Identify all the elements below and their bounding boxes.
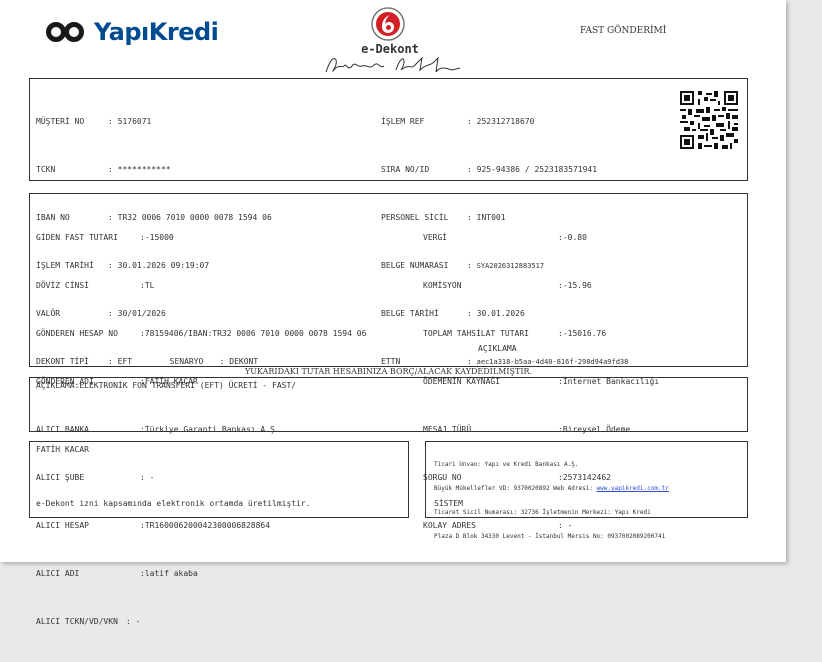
description-box: AÇIKLAMA:ELEKTRONİK FON TRANSFERİ (EFT) … xyxy=(29,377,748,432)
bank-line-1: Ticari Unvan: Yapı ve Kredi Bankası A.Ş. xyxy=(434,461,579,468)
field-row: MÜŞTERİ NO: 5176071 xyxy=(36,117,152,126)
field-row: KOMİSYON: -15.96 xyxy=(423,281,592,290)
field-row: GİDEN FAST TUTARI: -15000 xyxy=(36,233,174,242)
customer-footer-box: FATİH KACAR e-Dekont izni kapsamında ele… xyxy=(29,441,409,518)
transaction-box: GİDEN FAST TUTARI: -15000 DÖVİZ CİNSİ: TL … xyxy=(29,193,748,626)
bank-line-4: Plaza D Blok 34330 Levent - İstanbul Mer… xyxy=(434,533,666,540)
yapikredi-logo: YapıKredi xyxy=(44,18,219,46)
bank-line-3: Ticaret Sicil Numarası: 32736 İşletmenin… xyxy=(434,509,651,516)
system-label: SİSTEM xyxy=(434,499,463,508)
field-row: ALICI ADI: latif akaba xyxy=(36,569,198,578)
field-row: VERGİ: -0.80 xyxy=(423,233,587,242)
bank-seal-icon xyxy=(371,7,405,41)
field-row: GÖNDEREN HESAP NO:78159406/IBAN:TR32 000… xyxy=(36,329,367,338)
receipt-page: YapıKredi e-Dekont FAST GÖNDERİMİ MÜŞTER… xyxy=(0,0,786,626)
field-row: SIRA NO/ID: 925-94386 / 2523183571941 xyxy=(381,165,598,174)
description-text: AÇIKLAMA:ELEKTRONİK FON TRANSFERİ (EFT) … xyxy=(36,381,297,390)
customer-name: FATİH KACAR xyxy=(36,445,89,454)
electronic-note: e-Dekont izni kapsamında elektronik orta… xyxy=(36,499,311,508)
field-row: TCKN: *********** xyxy=(36,165,171,174)
brand-name: YapıKredi xyxy=(94,18,219,46)
doc-type: FAST GÖNDERİMİ xyxy=(580,26,667,36)
field-row: ALICI HESAP: TR160006200042300006828864 xyxy=(36,521,271,530)
bank-line-2: Büyük Mükellefler VD: 9370020892 Web Adr… xyxy=(434,485,669,492)
bank-website-link[interactable]: www.yapikredi.com.tr xyxy=(597,485,669,492)
aciklama-header: AÇIKLAMA xyxy=(478,344,517,353)
bank-info: Ticari Unvan: Yapı ve Kredi Bankası A.Ş.… xyxy=(434,445,669,557)
customer-info-box: MÜŞTERİ NO: 5176071 TCKN: *********** IB… xyxy=(29,78,748,366)
signature-icon xyxy=(325,56,461,73)
qr-code-icon xyxy=(680,91,738,149)
field-row: DÖVİZ CİNSİ: TL xyxy=(36,281,155,290)
field-row: TOPLAM TAHSİLAT TUTARI: -15016.76 xyxy=(423,329,607,338)
bank-footer-box: Ticari Unvan: Yapı ve Kredi Bankası A.Ş.… xyxy=(425,441,748,540)
field-row: ALICI TCKN/VD/VKN: - xyxy=(36,617,141,626)
logo-rings-icon xyxy=(44,19,90,45)
field-row: İŞLEM REF: 252312718670 xyxy=(381,117,535,126)
